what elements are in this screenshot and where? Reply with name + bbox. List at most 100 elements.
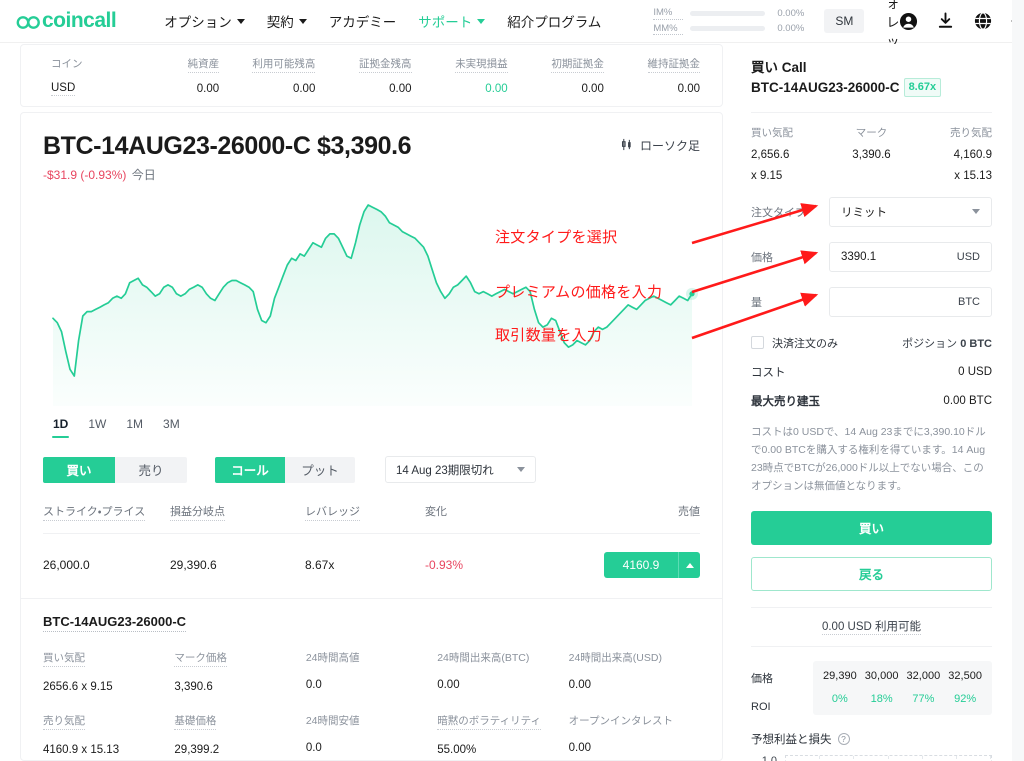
annotation-order-type: 注文タイプを選択	[495, 229, 618, 246]
cell-leverage: 8.67x	[305, 558, 335, 572]
price-input-value: 3390.1	[841, 250, 877, 263]
cell-change: -0.93%	[425, 558, 464, 572]
detail-label-mark-price: マーク価格	[174, 650, 227, 667]
available-balance-text: 0.00 USD 利用可能	[821, 618, 922, 636]
roi-values: 29,390 30,000 32,000 32,500 0% 18% 77% 9…	[813, 660, 992, 715]
detail-label-underlying-price: 基礎価格	[174, 713, 217, 730]
page-scrollbar[interactable]	[1012, 0, 1024, 761]
quote-row: 買い気配 2,656.6 x 9.15 マーク 3,390.6 売り気配 4,1…	[751, 125, 992, 182]
kind-put-button[interactable]: プット	[285, 456, 355, 483]
range-tab-1m[interactable]: 1M	[116, 414, 153, 438]
detail-24h-volume-btc: 24時間出来高(BTC) 0.00	[437, 650, 568, 693]
position-label: ポジション	[902, 337, 958, 350]
quote-value-mark: 3,390.6	[852, 148, 891, 161]
main-panel: BTC-14AUG23-26000-C $3,390.6 -$31.9 (-0.…	[20, 112, 723, 761]
chevron-down-icon	[972, 209, 980, 214]
detail-mark-price: マーク価格 3,390.6	[174, 650, 305, 693]
sm-mode-badge[interactable]: SM	[824, 9, 865, 33]
col-header-change: 変化	[425, 506, 447, 518]
range-tab-3m[interactable]: 3M	[153, 414, 190, 438]
reduce-only-checkbox[interactable]	[751, 336, 764, 349]
download-icon[interactable]	[936, 12, 955, 31]
detail-underlying-price: 基礎価格 29,399.2	[174, 713, 305, 756]
expand-row-button[interactable]	[678, 552, 700, 578]
price-input[interactable]: 3390.1 USD	[829, 241, 992, 272]
available-balance: 0.00 USD 利用可能	[751, 606, 992, 647]
ask-price-button[interactable]: 4160.9	[604, 552, 700, 578]
help-icon[interactable]: ?	[837, 732, 850, 745]
logo-mark-icon	[16, 14, 42, 29]
nav-item-referral[interactable]: 紹介プログラム	[507, 11, 601, 31]
nav-label-contracts: 契約	[266, 15, 294, 30]
roi-price-1: 30,000	[864, 669, 899, 682]
nav-label-referral: 紹介プログラム	[507, 15, 602, 30]
roi-price-0: 29,390	[823, 669, 857, 682]
detail-value-24h-low: 0.0	[305, 742, 322, 754]
expiry-select[interactable]: 14 Aug 23期限切れ	[385, 456, 536, 483]
candlestick-toggle[interactable]: ローソク足	[621, 137, 700, 154]
annotation-quantity: 取引数量を入力	[495, 327, 603, 344]
roi-value-2: 77%	[912, 692, 935, 705]
details-row-1: 買い気配 2656.6 x 9.15 マーク価格 3,390.6 24時間高値 …	[43, 650, 700, 693]
roi-price-row: 29,390 30,000 32,000 32,500	[819, 670, 986, 682]
globe-icon[interactable]	[973, 12, 992, 31]
account-summary-bar: コイン USD 純資産 0.00 利用可能残高 0.00 証拠金残高 0.00 …	[20, 44, 723, 107]
candlestick-icon	[621, 138, 634, 154]
timerange-tabs: 1D 1W 1M 3M	[21, 414, 722, 438]
main-nav: オプション 契約 アカデミー サポート 紹介プログラム	[164, 11, 601, 31]
order-type-select[interactable]: リミット	[829, 196, 992, 227]
detail-label-24h-volume-btc: 24時間出来高(BTC)	[437, 652, 530, 664]
account-icon[interactable]	[899, 12, 918, 31]
account-value-coin: USD	[51, 81, 76, 96]
strike-table-header: ストライク・プライス 損益分岐点 レバレッジ 変化 売値	[43, 503, 700, 534]
account-value-available: 0.00	[292, 83, 316, 95]
kind-call-button[interactable]: コール	[215, 456, 285, 483]
quote-value-bid: 2,656.6	[751, 148, 790, 161]
detail-open-interest: オープンインタレスト 0.00	[569, 713, 700, 756]
range-tab-1d[interactable]: 1D	[47, 414, 78, 438]
option-kind-toggle: コール プット	[215, 456, 355, 483]
detail-label-bid: 買い気配	[43, 650, 85, 667]
account-col-maintenance-margin: 維持証拠金 0.00	[604, 56, 701, 95]
max-sell-value: 0.00 BTC	[943, 394, 992, 407]
detail-value-implied-volatility: 55.00%	[437, 744, 477, 756]
quote-size-ask: x 15.13	[954, 169, 992, 182]
account-col-margin-balance: 証拠金残高 0.00	[315, 56, 412, 95]
page-title: BTC-14AUG23-26000-C $3,390.6	[43, 132, 412, 160]
detail-label-24h-low: 24時間安値	[305, 715, 360, 727]
submit-buy-button[interactable]: 買い	[751, 510, 992, 545]
pnl-grid-cell	[786, 755, 821, 761]
pnl-grid-cell	[957, 755, 992, 761]
im-value: 0.00%	[777, 7, 805, 19]
back-button[interactable]: 戻る	[751, 556, 992, 591]
nav-item-academy[interactable]: アカデミー	[329, 11, 397, 31]
side-buy-button[interactable]: 買い	[43, 456, 115, 483]
account-value-unrealized-pnl: 0.00	[485, 83, 508, 95]
divider	[751, 111, 992, 113]
quantity-row: 量 BTC	[751, 286, 992, 317]
nav-label-academy: アカデミー	[328, 15, 397, 30]
roi-value-3: 92%	[954, 692, 977, 705]
range-tab-1w[interactable]: 1W	[78, 414, 116, 438]
quantity-input[interactable]: BTC	[829, 286, 992, 317]
logo[interactable]: coincall	[16, 9, 117, 33]
max-sell-label: 最大売り建玉	[751, 395, 820, 408]
logo-text: coincall	[42, 9, 117, 32]
detail-label-open-interest: オープンインタレスト	[568, 715, 673, 727]
nav-item-contracts[interactable]: 契約	[267, 11, 307, 31]
table-row[interactable]: 26,000.0 29,390.6 8.67x -0.93% 4160.9	[43, 534, 700, 594]
account-header-coin: コイン	[51, 57, 83, 70]
details-title: BTC-14AUG23-26000-C	[43, 614, 187, 632]
nav-item-options[interactable]: オプション	[164, 11, 245, 31]
side-sell-button[interactable]: 売り	[115, 456, 187, 483]
quote-size-bid: x 9.15	[751, 169, 783, 182]
quantity-label: 量	[751, 296, 762, 309]
max-sell-row: 最大売り建玉 0.00 BTC	[751, 393, 992, 409]
order-type-row: 注文タイプ リミット	[751, 196, 992, 227]
roi-roi-label: ROI	[751, 700, 771, 713]
quote-label-ask: 売り気配	[949, 126, 992, 139]
price-change-period: 今日	[131, 168, 156, 182]
nav-item-support[interactable]: サポート	[418, 11, 486, 31]
order-panel-title-line2-wrap: BTC-14AUG23-26000-C 8.67x	[751, 78, 992, 98]
position-info: ポジション 0 BTC	[902, 335, 992, 351]
